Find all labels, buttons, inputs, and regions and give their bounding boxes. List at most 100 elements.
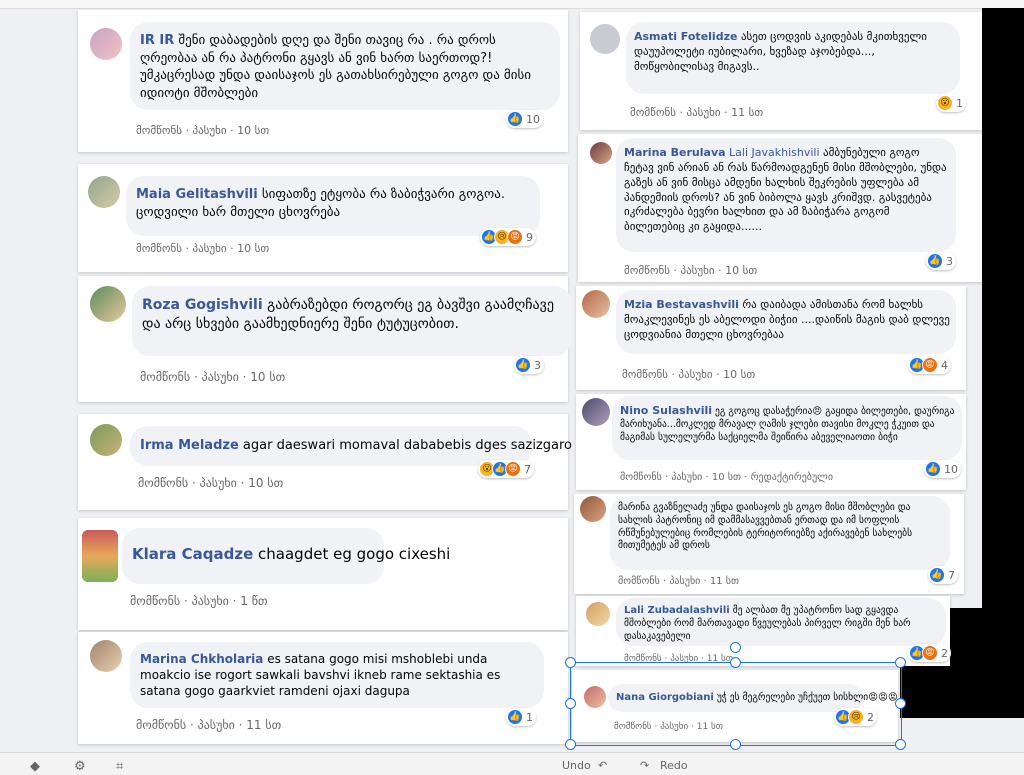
reply-link[interactable]: პასუხი [669, 576, 700, 587]
timestamp[interactable]: 11 სთ [710, 576, 739, 587]
like-reaction-icon: 👍 [507, 111, 523, 127]
avatar[interactable] [90, 28, 122, 60]
like-link[interactable]: მომწონს [620, 472, 662, 483]
comment-card-6: Marina Chkholaria es satana gogo misi ms… [78, 632, 568, 744]
reaction-count: 10 [526, 112, 540, 126]
avatar[interactable] [82, 530, 118, 582]
like-link[interactable]: მომწონს [630, 106, 676, 119]
reply-link[interactable]: პასუხი [192, 124, 226, 137]
like-link[interactable]: მომწონს [136, 718, 186, 732]
timestamp[interactable]: 10 სთ [250, 370, 285, 384]
crop-icon[interactable]: ⌗ [116, 759, 123, 774]
edited-label[interactable]: რედაქტირებული [751, 472, 833, 483]
timestamp[interactable]: 10 სთ [237, 242, 269, 255]
author-name[interactable]: Asmati Fotelidze [634, 30, 737, 43]
resize-handle-sw[interactable] [565, 739, 576, 750]
resize-handle-nw[interactable] [565, 657, 576, 668]
comment-card-4: Irma Meladze agar daeswari momaval dabab… [78, 414, 572, 510]
like-link[interactable]: მომწონს [136, 124, 182, 137]
resize-handle-se[interactable] [895, 739, 906, 750]
avatar[interactable] [580, 496, 606, 522]
reply-link[interactable]: პასუხი [671, 472, 702, 483]
author-name[interactable]: IR IR [140, 33, 174, 48]
comment-actions: მომწონს · პასუხი · 11 სთ [618, 576, 740, 587]
layers-icon[interactable]: ◆ [30, 759, 40, 774]
tagged-name[interactable]: Lali Javakhishvili [729, 146, 820, 159]
reactions-badge[interactable]: 👍 😢 😡 9 [480, 228, 536, 246]
reactions-badge[interactable]: 👍 10 [924, 460, 961, 478]
avatar[interactable] [88, 176, 120, 208]
redo-icon[interactable]: ↷ [640, 759, 649, 772]
like-reaction-icon: 👍 [925, 461, 941, 477]
reactions-badge[interactable]: 👍 7 [928, 566, 958, 584]
resize-handle-w[interactable] [565, 698, 576, 709]
author-name[interactable]: Marina Berulava [624, 146, 726, 159]
timestamp[interactable]: 10 სთ [248, 476, 283, 490]
author-name[interactable]: Lali Zubadalashvili [624, 605, 730, 616]
author-name[interactable]: Nino Sulashvili [620, 404, 712, 417]
comment-actions: მომწონს · პასუხი · 10 სთ · რედაქტირებული [620, 472, 833, 483]
reactions-badge[interactable]: 😮 1 [936, 94, 966, 112]
avatar[interactable] [582, 290, 610, 318]
reply-link[interactable]: პასუხი [680, 264, 714, 277]
avatar[interactable] [590, 142, 612, 164]
angry-reaction-icon: 😡 [505, 461, 521, 477]
resize-handle-s[interactable] [730, 739, 741, 750]
resize-handle-n[interactable] [730, 657, 741, 668]
reply-link[interactable]: პასუხი [202, 370, 239, 384]
reactions-badge[interactable]: 👍 😡 4 [908, 356, 951, 374]
reply-link[interactable]: პასუხი [678, 368, 712, 381]
reactions-badge[interactable]: 😮 👍 😡 7 [478, 460, 534, 478]
author-name[interactable]: Mzia Bestavashvili [624, 298, 739, 311]
author-name[interactable]: Maia Gelitashvili [136, 187, 258, 202]
resize-handle-ne[interactable] [895, 657, 906, 668]
timestamp[interactable]: 10 სთ [237, 124, 269, 137]
author-name[interactable]: Roza Gogishvili [142, 297, 263, 313]
author-name[interactable]: Klara Caqadze [132, 545, 253, 563]
avatar[interactable] [586, 602, 610, 626]
reactions-badge[interactable]: 👍 😡 2 [908, 644, 951, 662]
avatar[interactable] [90, 424, 122, 456]
like-link[interactable]: მომწონს [130, 594, 180, 608]
timestamp[interactable]: 11 სთ [731, 106, 763, 119]
reply-link[interactable]: პასუხი [198, 718, 235, 732]
avatar[interactable] [582, 398, 610, 426]
timestamp[interactable]: 10 სთ [723, 368, 755, 381]
timestamp[interactable]: 1 წთ [240, 594, 267, 608]
avatar[interactable] [90, 640, 122, 672]
reply-link[interactable]: პასუხი [192, 242, 226, 255]
timestamp[interactable]: 10 სთ [712, 472, 741, 483]
resize-handle-e[interactable] [895, 698, 906, 709]
timestamp[interactable]: 10 სთ [725, 264, 757, 277]
like-link[interactable]: მომწონს [622, 368, 668, 381]
author-name[interactable]: Marina Chkholaria [140, 652, 263, 666]
reactions-badge[interactable]: 👍 3 [926, 252, 956, 270]
timestamp[interactable]: 11 სთ [246, 718, 281, 732]
reply-link[interactable]: პასუხი [200, 476, 237, 490]
top-strip [0, 0, 1024, 9]
like-link[interactable]: მომწონს [624, 264, 670, 277]
avatar[interactable] [90, 286, 126, 322]
angry-reaction-icon: 😡 [922, 645, 938, 661]
reply-link[interactable]: პასუხი [192, 594, 229, 608]
reactions-badge[interactable]: 👍 3 [514, 356, 544, 374]
reply-link[interactable]: პასუხი [686, 106, 720, 119]
undo-button[interactable]: Undo [562, 759, 591, 772]
like-link[interactable]: მომწონს [138, 476, 188, 490]
comment-bubble: Marina Berulava Lali Javakhishvili ამბუნ… [616, 138, 956, 252]
like-link[interactable]: მომწონს [618, 576, 660, 587]
settings-icon[interactable]: ⚙ [74, 759, 86, 774]
rotate-handle[interactable] [730, 642, 741, 653]
like-link[interactable]: მომწონს [136, 242, 182, 255]
reactions-badge[interactable]: 👍 1 [506, 708, 536, 726]
comment-card-right-4: Nino Sulashvili ეგ გოგოც დასაჭერია😠 გაყი… [576, 394, 966, 490]
undo-icon[interactable]: ↶ [598, 759, 607, 772]
selection-box[interactable] [570, 662, 902, 746]
redo-button[interactable]: Redo [660, 759, 688, 772]
comment-bubble: Maia Gelitashvili სიფათზე ეტყობა რა ზაბი… [126, 176, 540, 236]
avatar[interactable] [590, 24, 620, 54]
comment-bubble: მარინა გვაზნელაძე უნდა დაისაჯოს ეს გოგო … [610, 496, 950, 570]
author-name[interactable]: Irma Meladze [140, 438, 239, 453]
reactions-badge[interactable]: 👍 10 [506, 110, 543, 128]
like-link[interactable]: მომწონს [140, 370, 190, 384]
